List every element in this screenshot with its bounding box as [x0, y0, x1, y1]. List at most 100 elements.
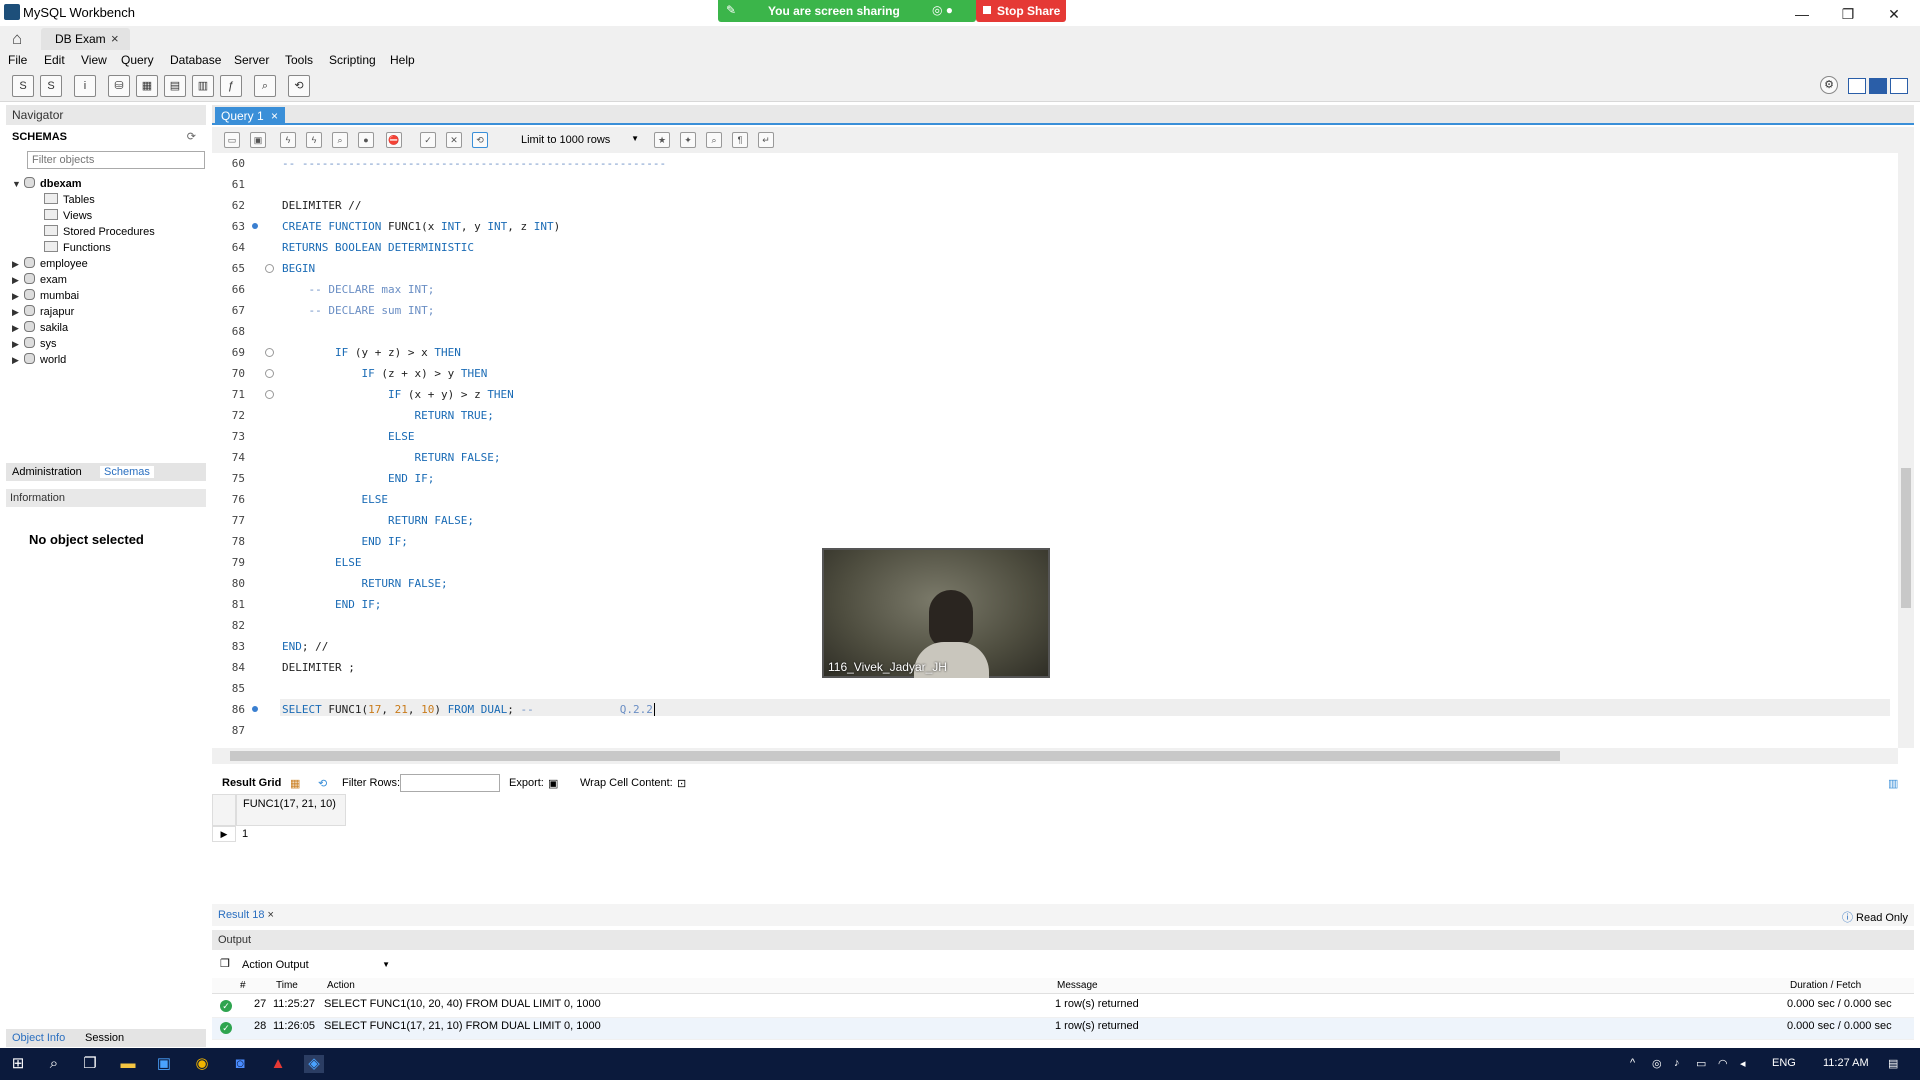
acrobat-icon[interactable]: ▲	[268, 1055, 288, 1073]
schema-exam[interactable]: ▶ exam	[12, 273, 67, 286]
tab-session[interactable]: Session	[85, 1032, 124, 1044]
menu-tools[interactable]: Tools	[285, 53, 313, 67]
scroll-thumb[interactable]	[1901, 468, 1911, 608]
menu-view[interactable]: View	[81, 53, 107, 67]
refresh-schemas-icon[interactable]: ⟳	[187, 130, 196, 143]
new-sql-tab-icon[interactable]: S	[12, 75, 34, 97]
output-row[interactable]: ✓ 28 11:26:05 SELECT FUNC1(17, 21, 10) F…	[212, 1018, 1914, 1040]
volume-icon[interactable]: ◂	[1740, 1057, 1746, 1070]
execute-icon[interactable]: ϟ	[280, 132, 296, 148]
notifications-icon[interactable]: ▤	[1888, 1057, 1898, 1070]
stop-share-button[interactable]: Stop Share	[976, 0, 1066, 22]
toggle-error-icon[interactable]: ⛔	[386, 132, 402, 148]
editor-horizontal-scrollbar[interactable]	[212, 748, 1898, 764]
toggle-output-icon[interactable]	[1869, 78, 1887, 94]
editor-vertical-scrollbar[interactable]	[1898, 153, 1914, 748]
close-query-tab-icon[interactable]: ×	[271, 109, 278, 123]
tab-object-info[interactable]: Object Info	[12, 1032, 65, 1044]
output-type-select[interactable]: Action Output ▼	[242, 957, 390, 974]
tree-tables[interactable]: Tables	[44, 193, 95, 206]
sql-editor[interactable]: 60 -- -----------------------------------…	[212, 153, 1898, 748]
schema-dbexam[interactable]: ▼ dbexam	[12, 177, 82, 190]
row-marker-icon[interactable]: ▶	[212, 826, 236, 842]
microphone-icon[interactable]: ♪	[1674, 1057, 1680, 1069]
menu-scripting[interactable]: Scripting	[329, 53, 376, 67]
restore-button[interactable]: ❐	[1826, 3, 1870, 25]
zoom-icon[interactable]: ◙	[230, 1055, 250, 1073]
column-header[interactable]: FUNC1(17, 21, 10)	[236, 794, 346, 826]
wrap-cell-icon[interactable]: ⊡	[677, 777, 686, 790]
schema-sys[interactable]: ▶ sys	[12, 337, 57, 350]
tab-schemas[interactable]: Schemas	[100, 466, 154, 478]
menu-server[interactable]: Server	[234, 53, 269, 67]
tree-functions[interactable]: Functions	[44, 241, 111, 254]
reconnect-icon[interactable]: ⟲	[288, 75, 310, 97]
create-view-icon[interactable]: ▤	[164, 75, 186, 97]
fold-marker-icon[interactable]	[265, 390, 274, 399]
toggle-secondary-sidebar-icon[interactable]	[1890, 78, 1908, 94]
create-function-icon[interactable]: ƒ	[220, 75, 242, 97]
start-icon[interactable]: ⊞	[8, 1055, 28, 1073]
result-grid-label[interactable]: Result Grid	[222, 777, 281, 789]
scroll-thumb[interactable]	[230, 751, 1560, 761]
limit-rows-select[interactable]: Limit to 1000 rows ▼	[517, 132, 641, 150]
chrome-icon[interactable]: ◉	[192, 1055, 212, 1073]
fold-marker-icon[interactable]	[265, 264, 274, 273]
open-sql-script-icon[interactable]: S	[40, 75, 62, 97]
fold-marker-icon[interactable]	[265, 348, 274, 357]
result-tab[interactable]: Result 18 ×	[218, 909, 274, 921]
inspector-icon[interactable]: i	[74, 75, 96, 97]
annotate-icon[interactable]: ✎	[726, 3, 736, 17]
explain-icon[interactable]: ⌕	[332, 132, 348, 148]
search-table-data-icon[interactable]: ⌕	[254, 75, 276, 97]
menu-edit[interactable]: Edit	[44, 53, 65, 67]
store-icon[interactable]: ▣	[154, 1055, 174, 1073]
stop-icon[interactable]: ●	[358, 132, 374, 148]
create-procedure-icon[interactable]: ▥	[192, 75, 214, 97]
menu-database[interactable]: Database	[170, 53, 221, 67]
query-tab[interactable]: Query 1 ×	[215, 107, 285, 125]
close-result-tab-icon[interactable]: ×	[268, 909, 274, 921]
schema-mumbai[interactable]: ▶ mumbai	[12, 289, 79, 302]
create-schema-icon[interactable]: ⛁	[108, 75, 130, 97]
menu-query[interactable]: Query	[121, 53, 154, 67]
schema-world[interactable]: ▶ world	[12, 353, 66, 366]
menu-help[interactable]: Help	[390, 53, 415, 67]
fold-marker-icon[interactable]	[265, 369, 274, 378]
clock[interactable]: 11:27 AM	[1823, 1057, 1869, 1069]
autocommit-icon[interactable]: ⟲	[472, 132, 488, 148]
file-explorer-icon[interactable]: ▬	[118, 1055, 138, 1073]
close-tab-icon[interactable]: ×	[111, 31, 119, 46]
settings-icon[interactable]: ⚙	[1820, 76, 1838, 94]
task-view-icon[interactable]: ❐	[80, 1055, 100, 1073]
tab-administration[interactable]: Administration	[12, 466, 82, 478]
output-row[interactable]: ✓ 27 11:25:27 SELECT FUNC1(10, 20, 40) F…	[212, 996, 1914, 1018]
toggle-sidebar-icon[interactable]	[1848, 78, 1866, 94]
result-cell[interactable]: 1	[236, 826, 346, 842]
filter-rows-input[interactable]	[400, 774, 500, 792]
export-icon[interactable]: ▣	[548, 777, 558, 790]
add-snippet-icon[interactable]: ★	[654, 132, 670, 148]
create-table-icon[interactable]: ▦	[136, 75, 158, 97]
meet-icon[interactable]: ◎	[1652, 1057, 1662, 1070]
wrap-lines-icon[interactable]: ↵	[758, 132, 774, 148]
schema-rajapur[interactable]: ▶ rajapur	[12, 305, 74, 318]
home-icon[interactable]: ⌂	[12, 29, 22, 49]
show-hidden-icons-icon[interactable]: ^	[1630, 1057, 1635, 1069]
invisible-chars-icon[interactable]: ¶	[732, 132, 748, 148]
search-icon[interactable]: ⌕	[44, 1055, 64, 1073]
battery-icon[interactable]: ▭	[1696, 1057, 1706, 1070]
result-panel-toggle-icon[interactable]: ▥	[1888, 777, 1898, 790]
open-file-icon[interactable]: ▭	[224, 132, 240, 148]
participant-video[interactable]: 116_Vivek_Jadyar_JH	[822, 548, 1050, 678]
close-button[interactable]: ✕	[1872, 3, 1916, 25]
find-icon[interactable]: ⌕	[706, 132, 722, 148]
mysql-workbench-taskbar-icon[interactable]: ◈	[304, 1055, 324, 1073]
beautify-icon[interactable]: ✦	[680, 132, 696, 148]
grid-view-icon[interactable]: ▦	[290, 777, 300, 790]
commit-icon[interactable]: ✓	[420, 132, 436, 148]
schema-sakila[interactable]: ▶ sakila	[12, 321, 68, 334]
schema-employee[interactable]: ▶ employee	[12, 257, 88, 270]
menu-file[interactable]: File	[8, 53, 27, 67]
minimize-button[interactable]: —	[1780, 3, 1824, 25]
